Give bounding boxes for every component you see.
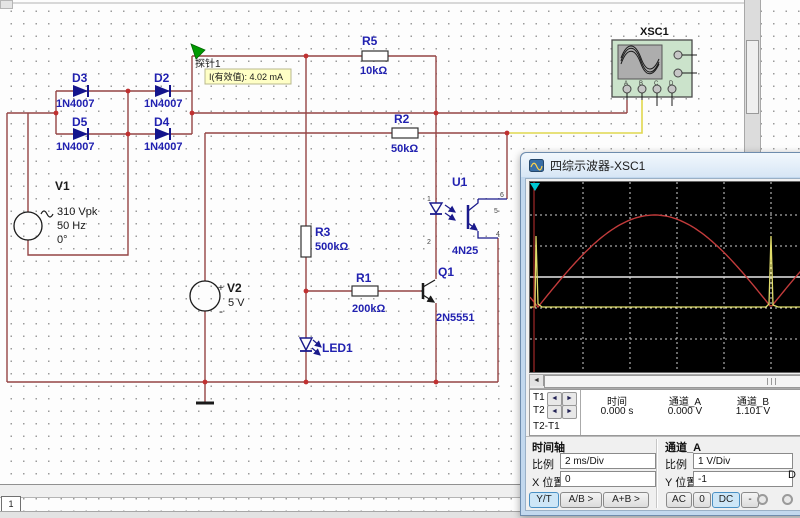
component-u1[interactable]: U1 4N25 1 2 6 5 4 xyxy=(427,175,507,257)
t1-cursor-marker[interactable] xyxy=(530,183,540,191)
zero-coupling-button[interactable]: 0 xyxy=(693,492,711,508)
r2-value: 50kΩ xyxy=(391,143,418,155)
plot-scroll-left-button[interactable]: ◄ xyxy=(530,375,544,386)
component-led1[interactable]: LED1 xyxy=(300,338,353,355)
trace-channel-yellow xyxy=(530,236,800,307)
yt-mode-button[interactable]: Y/T xyxy=(529,492,559,508)
d5-value: 1N4007 xyxy=(56,141,95,153)
column-channel-c: 通道_C xyxy=(786,393,800,408)
channel-a-scale-input[interactable] xyxy=(693,453,793,469)
scroll-grip xyxy=(771,378,772,385)
oscilloscope-window[interactable]: 四综示波器-XSC1 ◄ T1 ◄ ► T2 ◄ ► T2-T1 时间 xyxy=(520,152,800,516)
timebase-xpos-input[interactable] xyxy=(560,471,656,487)
t1-left-button[interactable]: ◄ xyxy=(547,392,562,406)
oscilloscope-titlebar[interactable]: 四综示波器-XSC1 xyxy=(521,153,800,177)
v2-value: 5 V xyxy=(228,297,245,309)
measurement-probe[interactable]: 探针1 I(有效值): 4.02 mA xyxy=(191,44,291,84)
channel-a-ypos-input[interactable] xyxy=(693,471,793,487)
t1-label: T1 xyxy=(533,392,545,403)
d2-value: 1N4007 xyxy=(144,98,183,110)
u1-value: 4N25 xyxy=(452,245,478,257)
controls-divider xyxy=(656,439,658,508)
component-q1[interactable]: Q1 2N5551 xyxy=(421,265,475,324)
u1-pin5: 5 xyxy=(494,208,498,215)
plot-horizontal-scrollbar[interactable]: ◄ xyxy=(529,374,800,389)
d2-ref: D2 xyxy=(154,71,170,85)
t2-label: T2 xyxy=(533,405,545,416)
design-tab[interactable]: 1 xyxy=(1,496,21,511)
u1-ref: U1 xyxy=(452,175,468,189)
trigger-radio-2[interactable] xyxy=(782,494,793,505)
probe-label: 探针1 xyxy=(195,57,221,70)
d3-ref: D3 xyxy=(72,71,88,85)
u1-pin2: 2 xyxy=(427,239,431,246)
r3-value: 500kΩ xyxy=(315,241,348,253)
u1-pin1: 1 xyxy=(427,196,431,203)
timebase-scale-input[interactable] xyxy=(560,453,656,469)
t2-left-button[interactable]: ◄ xyxy=(547,405,562,419)
oscilloscope-window-title: 四综示波器-XSC1 xyxy=(550,157,645,174)
d4-value: 1N4007 xyxy=(144,141,183,153)
component-r5[interactable]: R5 10kΩ xyxy=(360,34,388,77)
t1-time-value: 0.000 s xyxy=(582,406,652,417)
instrument-xsc1[interactable]: XSC1 A B C D xyxy=(612,26,697,106)
component-v2[interactable]: + V2 5 V - xyxy=(190,281,245,318)
oscilloscope-traces xyxy=(530,182,800,372)
t1-channel-b-value: 1.101 V xyxy=(718,406,788,417)
v2-minus-sign: - xyxy=(219,304,223,318)
oscilloscope-plot[interactable] xyxy=(529,181,800,373)
timebase-scale-label: 比例 xyxy=(532,456,554,472)
t2-t1-label: T2-T1 xyxy=(533,421,560,432)
scroll-grip xyxy=(775,378,776,385)
plot-scroll-thumb[interactable] xyxy=(544,375,800,388)
v2-ref: V2 xyxy=(227,281,242,295)
channel-a-scale-label: 比例 xyxy=(665,456,687,472)
ab-mode-button[interactable]: A/B > xyxy=(560,492,602,508)
component-r3[interactable]: R3 500kΩ xyxy=(301,225,348,257)
v1-ref: V1 xyxy=(55,179,70,193)
cursor-controls: T1 ◄ ► T2 ◄ ► T2-T1 xyxy=(530,390,581,435)
scroll-grip xyxy=(767,378,768,385)
component-v1[interactable]: V1 310 Vpk 50 Hz 0° xyxy=(14,179,98,246)
wire-yellow-channel-b xyxy=(507,100,642,133)
v2-plus-sign: + xyxy=(218,283,224,294)
q1-ref: Q1 xyxy=(438,265,454,279)
r5-value: 10kΩ xyxy=(360,65,387,77)
junction-dots xyxy=(54,54,510,385)
trigger-section-fragment: D xyxy=(788,469,796,481)
u1-pin6: 6 xyxy=(500,192,504,199)
trigger-radio-1[interactable] xyxy=(757,494,768,505)
q1-value: 2N5551 xyxy=(436,312,475,324)
led1-ref: LED1 xyxy=(322,341,353,355)
probe-value: I(有效值): 4.02 mA xyxy=(209,71,283,82)
v1-frequency: 50 Hz xyxy=(57,220,86,232)
d3-value: 1N4007 xyxy=(56,98,95,110)
trace-channel-red xyxy=(530,215,800,307)
t1-channel-a-value: 0.000 V xyxy=(650,406,720,417)
a-plus-b-mode-button[interactable]: A+B > xyxy=(603,492,649,508)
oscilloscope-client-area: ◄ T1 ◄ ► T2 ◄ ► T2-T1 时间 通道_A 通道_B 通道_C … xyxy=(525,178,800,511)
r5-ref: R5 xyxy=(362,34,378,48)
d4-ref: D4 xyxy=(154,115,170,129)
ac-coupling-button[interactable]: AC xyxy=(666,492,692,508)
r3-ref: R3 xyxy=(315,225,331,239)
xsc1-label: XSC1 xyxy=(640,26,669,38)
dc-coupling-button[interactable]: DC xyxy=(712,492,740,508)
component-r1[interactable]: R1 200kΩ xyxy=(352,271,385,315)
canvas-vertical-scrollbar[interactable] xyxy=(744,0,761,153)
cursor-readout-panel: T1 ◄ ► T2 ◄ ► T2-T1 时间 通道_A 通道_B 通道_C 0.… xyxy=(529,389,800,436)
t1-right-button[interactable]: ► xyxy=(562,392,577,406)
oscilloscope-window-icon xyxy=(529,159,544,172)
v1-amplitude: 310 Vpk xyxy=(57,206,98,218)
v1-phase: 0° xyxy=(57,234,68,246)
component-r2[interactable]: R2 50kΩ xyxy=(391,112,418,155)
d5-ref: D5 xyxy=(72,115,88,129)
vscroll-thumb[interactable] xyxy=(746,40,759,114)
t2-right-button[interactable]: ► xyxy=(562,405,577,419)
oscilloscope-controls: 时间轴 比例 X 位置 Y/T A/B > A+B > 通道_A 比例 Y 位置… xyxy=(526,436,800,510)
u1-pin4: 4 xyxy=(496,231,500,238)
r1-value: 200kΩ xyxy=(352,303,385,315)
r1-ref: R1 xyxy=(356,271,372,285)
r2-ref: R2 xyxy=(394,112,410,126)
